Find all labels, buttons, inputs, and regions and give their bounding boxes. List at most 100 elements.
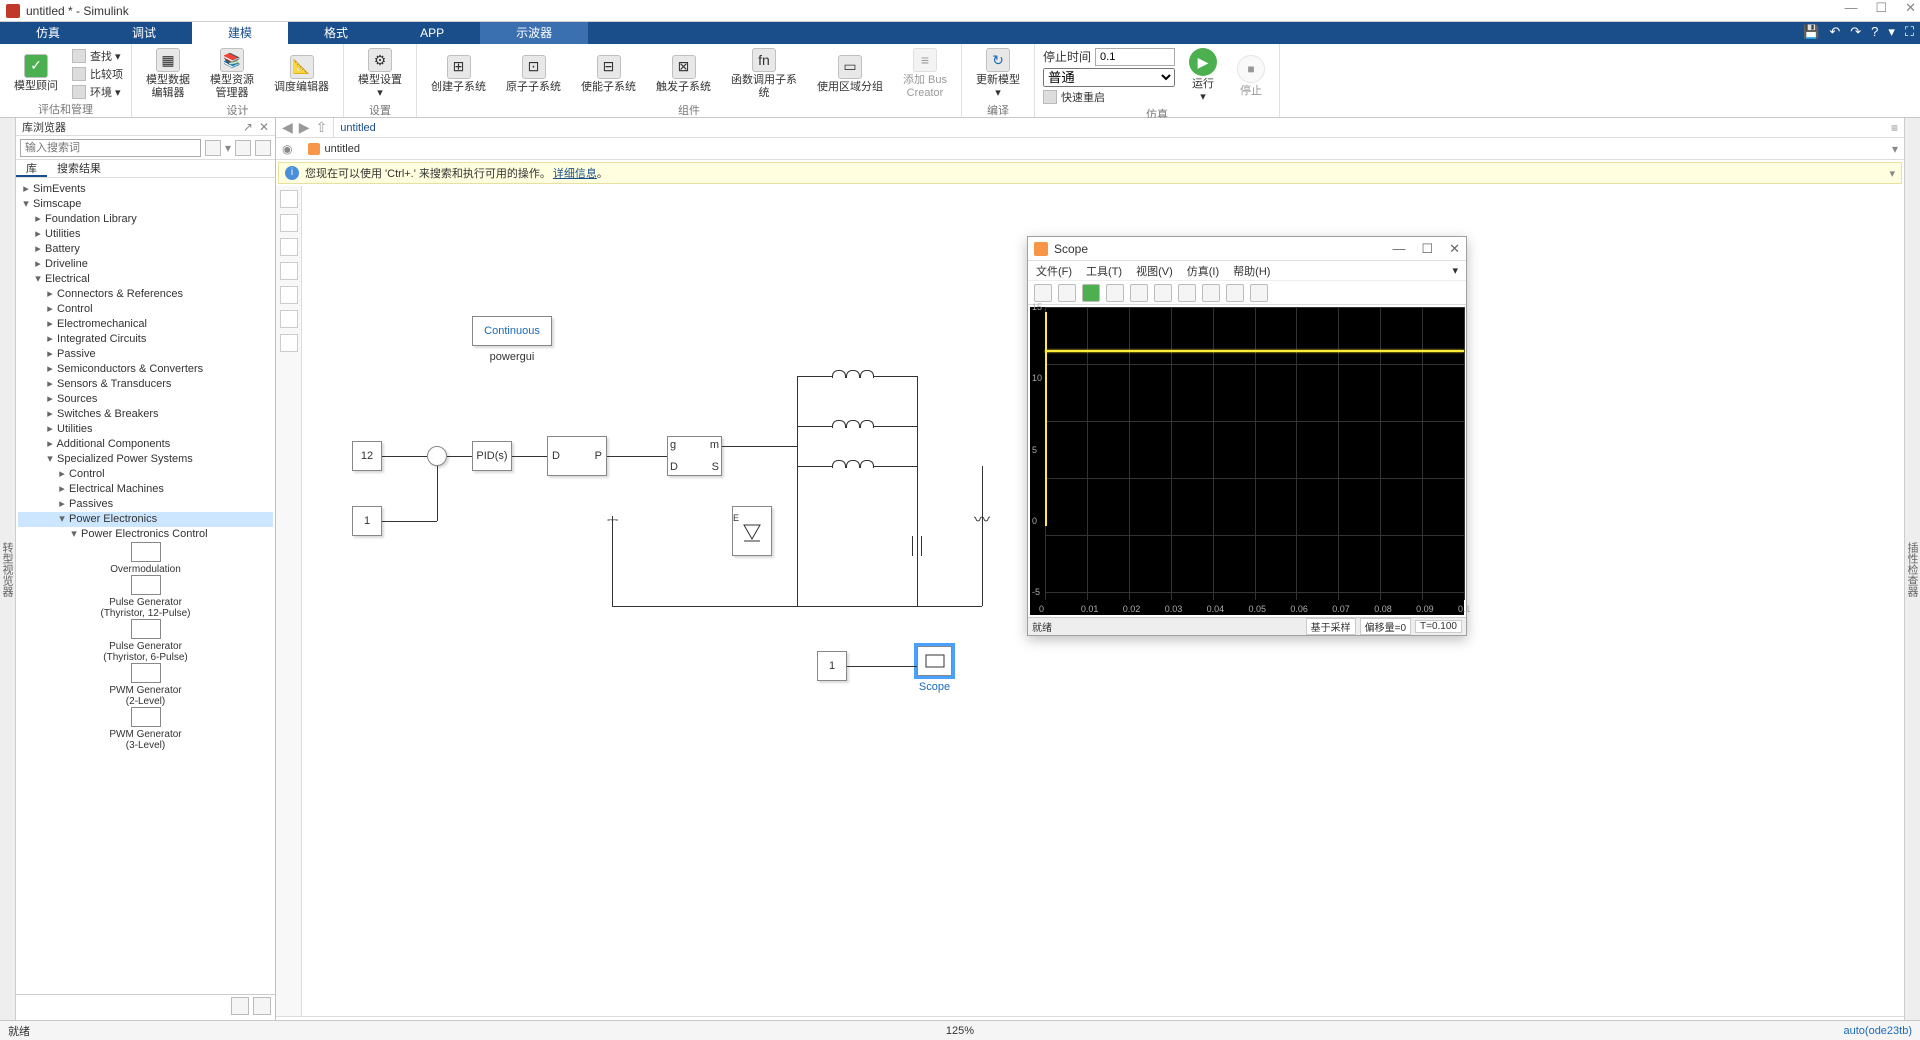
atomic-subsystem-button[interactable]: ⊡原子子系统 <box>500 53 567 96</box>
tree-node[interactable]: ▾ Power Electronics <box>18 512 273 527</box>
palette-annotate-icon[interactable] <box>280 286 298 304</box>
tree-node[interactable]: ▸ Control <box>18 467 273 482</box>
tree-node[interactable]: ▾ Simscape <box>18 197 273 212</box>
enabled-subsystem-button[interactable]: ⊟使能子系统 <box>575 53 642 96</box>
fcn-call-subsystem-button[interactable]: fn函数调用子系 统 <box>725 46 803 102</box>
library-block[interactable]: Overmodulation <box>18 542 273 575</box>
scope-step-back-icon[interactable] <box>1058 284 1076 302</box>
palette-zoom-icon[interactable] <box>280 238 298 256</box>
lib-close-icon[interactable]: ✕ <box>259 120 269 134</box>
scope-autoscale-icon[interactable] <box>1202 284 1220 302</box>
save-icon[interactable]: 💾 <box>1803 24 1819 40</box>
info-link[interactable]: 详细信息 <box>553 165 597 181</box>
library-search-input[interactable] <box>20 139 201 157</box>
tree-node[interactable]: ▾ Specialized Power Systems <box>18 452 273 467</box>
redo-icon[interactable]: ↷ <box>1850 24 1861 40</box>
fast-restart-button[interactable]: 快速重启 <box>1043 89 1175 105</box>
scope-block[interactable] <box>917 646 952 676</box>
scope-stop-icon[interactable] <box>1130 284 1148 302</box>
mosfet-block[interactable]: gm DS <box>667 436 722 476</box>
breadcrumb[interactable]: untitled <box>333 118 381 137</box>
left-dock-strip[interactable]: 转型视览器 <box>0 118 16 1020</box>
tree-node[interactable]: ▸ Semiconductors & Converters <box>18 362 273 377</box>
help-icon[interactable]: ? <box>1871 24 1878 40</box>
tree-node[interactable]: ▸ Electromechanical <box>18 317 273 332</box>
close-icon[interactable]: ✕ <box>1905 0 1916 16</box>
scope-window[interactable]: Scope — ☐ ✕ 文件(F) 工具(T) 视图(V) 仿真(I) 帮助(H… <box>1027 236 1467 636</box>
model-tab[interactable]: untitled <box>298 143 369 155</box>
maximize-icon[interactable]: ☐ <box>1875 0 1887 16</box>
lib-tab-results[interactable]: 搜索结果 <box>47 160 111 177</box>
nav-fwd-icon[interactable]: ▶ <box>299 119 310 136</box>
model-tab-drop-icon[interactable]: ▾ <box>1892 142 1898 156</box>
palette-image-icon[interactable] <box>280 310 298 328</box>
tree-node[interactable]: ▸ Sensors & Transducers <box>18 377 273 392</box>
scope-run-icon[interactable] <box>1082 284 1100 302</box>
scope-menu-more-icon[interactable]: ▾ <box>1452 264 1458 277</box>
nav-up-icon[interactable]: ⇧ <box>316 119 328 136</box>
create-subsystem-button[interactable]: ⊞创建子系统 <box>425 53 492 96</box>
scope-menu-file[interactable]: 文件(F) <box>1036 263 1072 279</box>
scope-constant-block[interactable]: 1 <box>817 651 847 681</box>
powergui-block[interactable]: Continuous <box>472 316 552 346</box>
info-close-icon[interactable]: ▾ <box>1889 167 1895 180</box>
scope-plot[interactable]: 151050-500.010.020.030.040.050.060.070.0… <box>1030 307 1464 615</box>
tab-scope[interactable]: 示波器 <box>480 22 588 44</box>
tab-app[interactable]: APP <box>384 22 480 44</box>
nav-back-icon[interactable]: ◀ <box>282 119 293 136</box>
area-group-button[interactable]: ▭使用区域分组 <box>811 53 889 96</box>
tree-node[interactable]: ▸ Foundation Library <box>18 212 273 227</box>
lib-view1-icon[interactable] <box>235 140 251 156</box>
tree-node[interactable]: ▸ Battery <box>18 242 273 257</box>
lib-view2-icon[interactable] <box>255 140 271 156</box>
tree-node[interactable]: ▸ Connectors & References <box>18 287 273 302</box>
scope-menu-tools[interactable]: 工具(T) <box>1086 263 1122 279</box>
hide-explorer-icon[interactable]: ◉ <box>276 142 298 156</box>
run-button[interactable]: ▶运行 ▾ <box>1183 46 1223 106</box>
palette-pan-icon[interactable] <box>280 262 298 280</box>
tab-modeling[interactable]: 建模 <box>192 22 288 44</box>
model-canvas[interactable]: Continuous powergui 12 1 PID(s) D P gm <box>302 186 1904 1016</box>
library-block[interactable]: PWM Generator (2-Level) <box>18 663 273 707</box>
tree-node[interactable]: ▸ Control <box>18 302 273 317</box>
triggered-subsystem-button[interactable]: ⊠触发子系统 <box>650 53 717 96</box>
library-block[interactable]: Pulse Generator (Thyristor, 6-Pulse) <box>18 619 273 663</box>
sum-block[interactable] <box>427 446 447 466</box>
tab-format[interactable]: 格式 <box>288 22 384 44</box>
pid-block[interactable]: PID(s) <box>472 441 512 471</box>
bus-creator-button[interactable]: ≡添加 Bus Creator <box>897 46 953 102</box>
tree-node[interactable]: ▸ Driveline <box>18 257 273 272</box>
find-button[interactable]: 查找 ▾ <box>72 48 123 64</box>
constant-12-block[interactable]: 12 <box>352 441 382 471</box>
status-solver[interactable]: auto(ode23tb) <box>1844 1025 1913 1037</box>
tab-debug[interactable]: 调试 <box>96 22 192 44</box>
tree-node[interactable]: ▾ Electrical <box>18 272 273 287</box>
tree-node[interactable]: ▸ Sources <box>18 392 273 407</box>
library-block[interactable]: PWM Generator (3-Level) <box>18 707 273 751</box>
lib-search-icon[interactable] <box>205 140 221 156</box>
status-zoom[interactable]: 125% <box>946 1025 974 1037</box>
tree-node[interactable]: ▸ Passive <box>18 347 273 362</box>
schedule-editor-button[interactable]: 📐调度编辑器 <box>268 53 335 96</box>
lib-tab-library[interactable]: 库 <box>16 160 47 177</box>
palette-area-icon[interactable] <box>280 334 298 352</box>
model-advisor-button[interactable]: ✓ 模型顾问 <box>8 52 64 95</box>
saturation-block[interactable]: D P <box>547 436 607 476</box>
model-explorer-button[interactable]: 📚模型资源 管理器 <box>204 46 260 102</box>
tree-node[interactable]: ▸ Utilities <box>18 422 273 437</box>
tree-node[interactable]: ▸ Passives <box>18 497 273 512</box>
tree-node[interactable]: ▸ Electrical Machines <box>18 482 273 497</box>
lib-foot-btn2[interactable] <box>253 997 271 1015</box>
scope-close-icon[interactable]: ✕ <box>1449 241 1460 257</box>
tree-node[interactable]: ▸ Integrated Circuits <box>18 332 273 347</box>
right-dock-strip[interactable]: 插性检查器 <box>1904 118 1920 1020</box>
scope-cursor-icon[interactable] <box>1226 284 1244 302</box>
scope-trigger-icon[interactable] <box>1154 284 1172 302</box>
constant-1-block[interactable]: 1 <box>352 506 382 536</box>
fullscreen-icon[interactable]: ⛶ <box>1905 24 1914 40</box>
scope-menu-sim[interactable]: 仿真(I) <box>1187 263 1219 279</box>
tree-node[interactable]: ▸ Additional Components <box>18 437 273 452</box>
library-tree[interactable]: ▸ SimEvents▾ Simscape▸ Foundation Librar… <box>16 178 275 994</box>
update-model-button[interactable]: ↻更新模型 ▾ <box>970 46 1026 102</box>
undo-icon[interactable]: ↶ <box>1829 24 1840 40</box>
